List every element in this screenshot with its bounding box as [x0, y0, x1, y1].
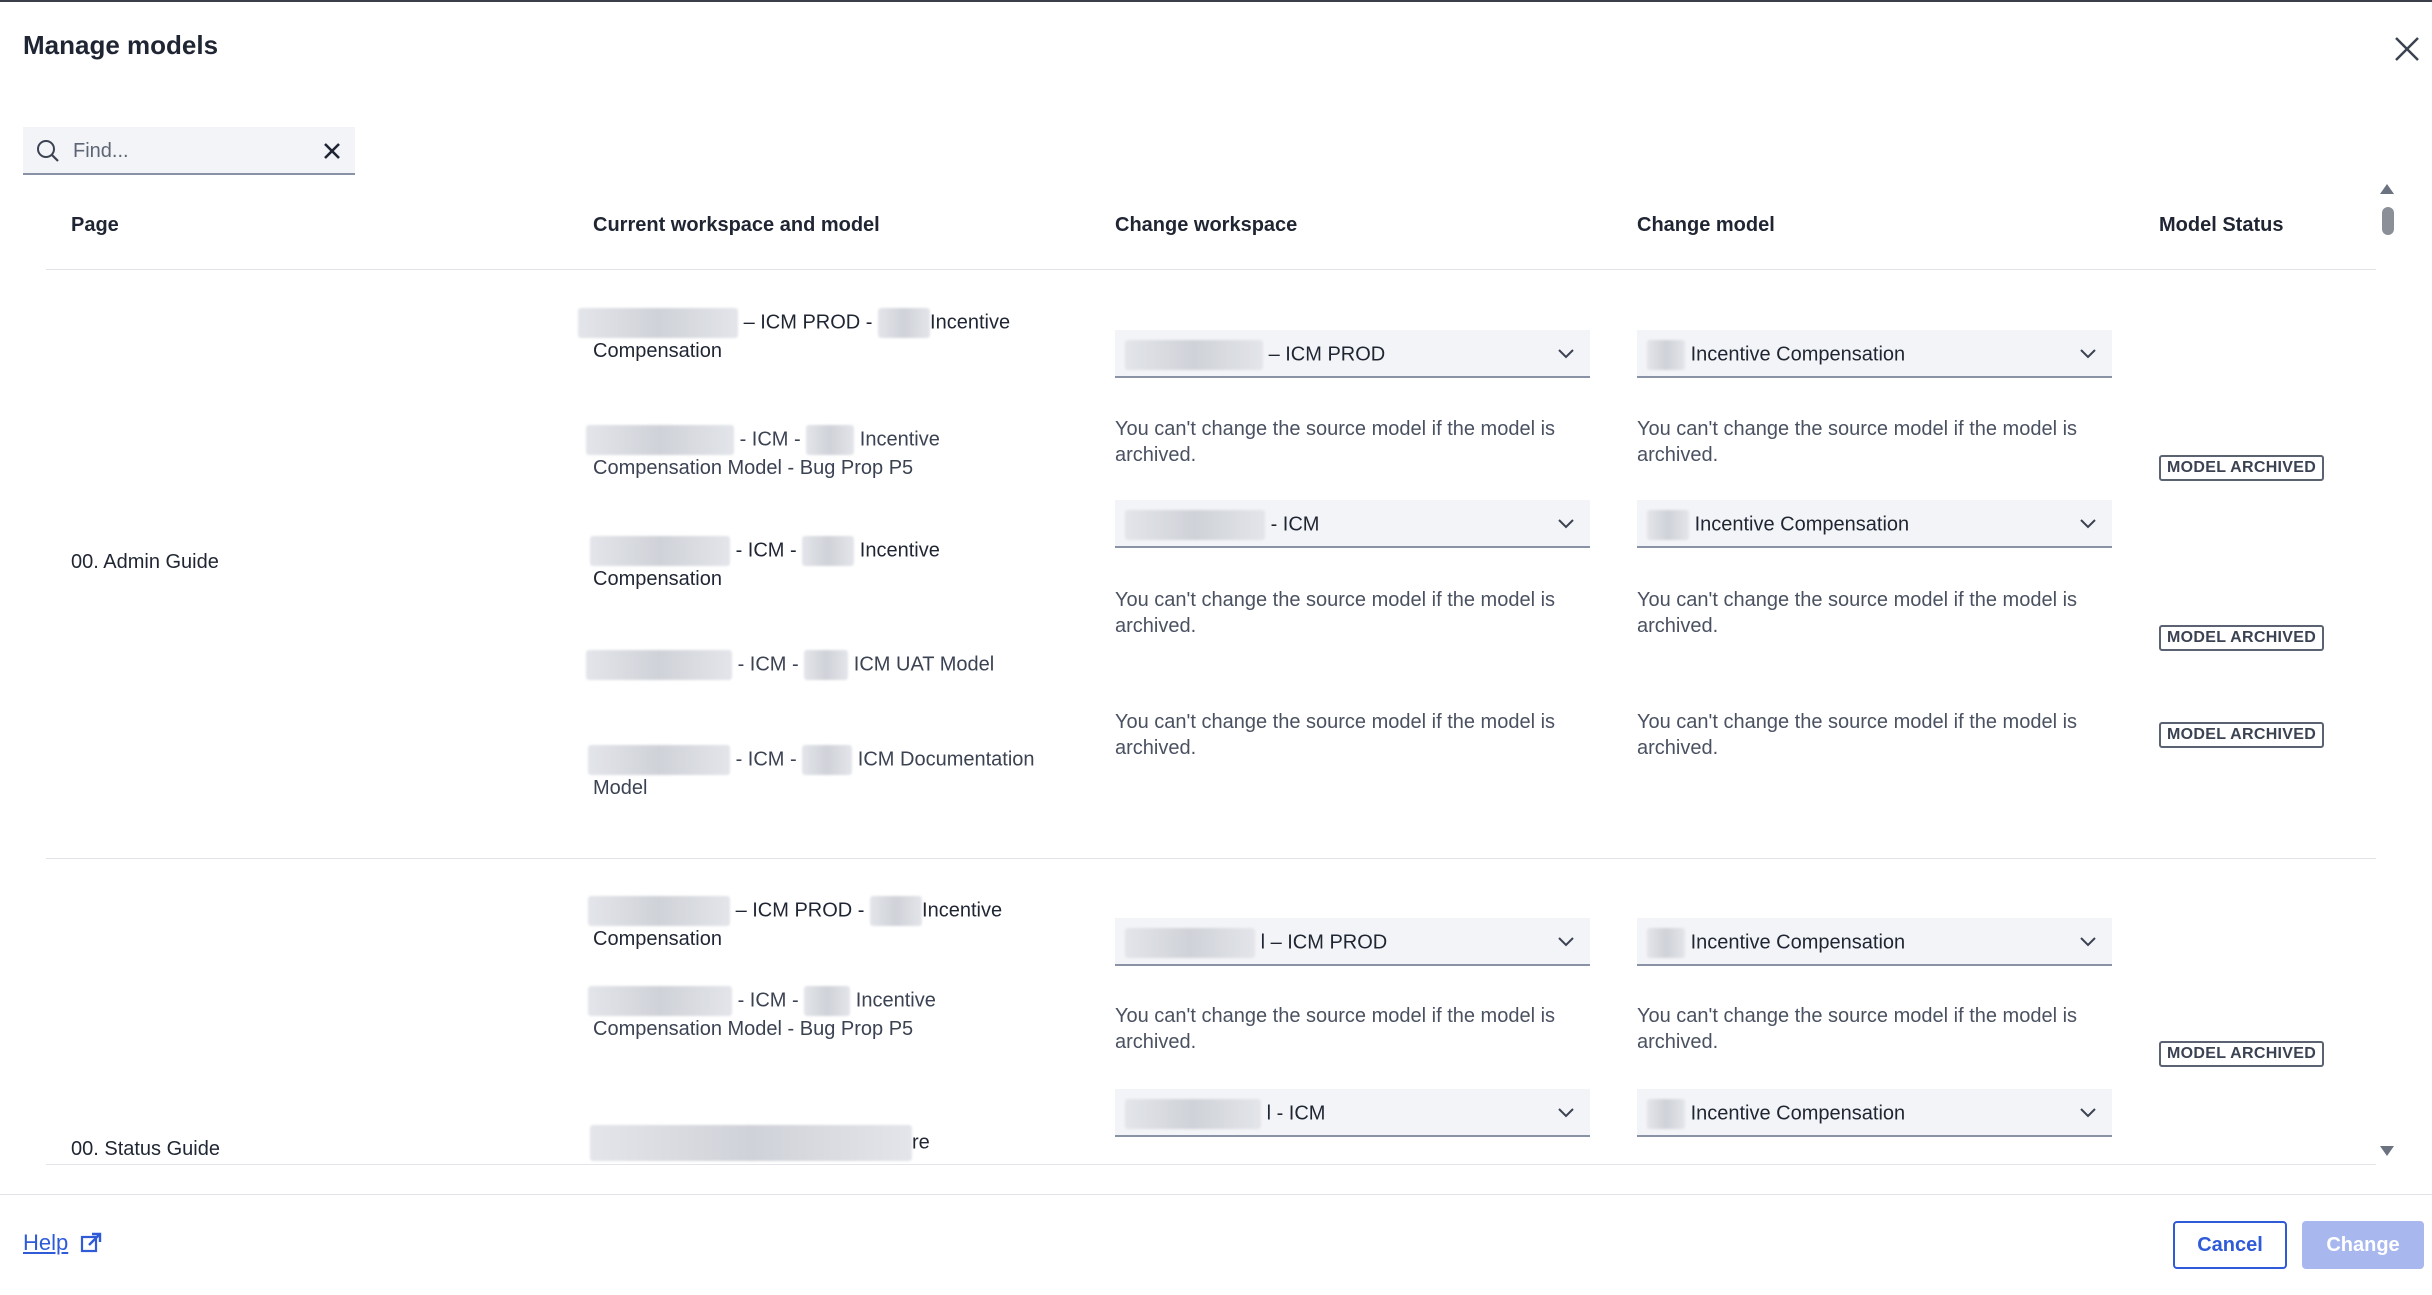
- redacted-text: [590, 536, 730, 566]
- column-header-page: Page: [71, 214, 119, 236]
- current-workspace-model: - ICM - Incentive Compensation Model - B…: [588, 986, 1108, 1042]
- page-name: 00. Status Guide: [71, 1138, 220, 1160]
- redacted-text: [588, 896, 730, 926]
- archived-notice: You can't change the source model if the…: [1115, 711, 1556, 759]
- header-divider: [46, 269, 2376, 270]
- help-link[interactable]: Help: [23, 1230, 68, 1256]
- column-header-status: Model Status: [2159, 214, 2284, 236]
- column-header-change-model: Change model: [1637, 214, 1775, 236]
- status-badge: MODEL ARCHIVED: [2159, 1041, 2325, 1067]
- search-input[interactable]: [71, 135, 315, 167]
- redacted-text: [1125, 510, 1265, 540]
- chevron-down-icon: [1558, 1108, 1574, 1118]
- clear-search-icon[interactable]: [320, 139, 344, 163]
- chevron-down-icon: [1558, 937, 1574, 947]
- redacted-text: [806, 425, 855, 455]
- redacted-text: [802, 745, 853, 775]
- status-badge: MODEL ARCHIVED: [2159, 722, 2325, 748]
- current-workspace-model: - ICM - ICM UAT Model: [586, 650, 1106, 680]
- footer-divider: [0, 1194, 2432, 1195]
- archived-notice: You can't change the source model if the…: [1115, 589, 1556, 637]
- archived-notice: You can't change the source model if the…: [1637, 418, 2078, 466]
- external-link-icon[interactable]: [80, 1232, 102, 1254]
- workspace-select[interactable]: l - ICM: [1115, 1089, 1590, 1137]
- redacted-text: [586, 425, 734, 455]
- archived-notice: You can't change the source model if the…: [1637, 711, 2078, 759]
- current-workspace-model: - ICM - Incentive Compensation Model - B…: [586, 425, 1106, 481]
- model-select[interactable]: Incentive Compensation: [1637, 918, 2112, 966]
- status-badge: MODEL ARCHIVED: [2159, 455, 2325, 481]
- scroll-thumb[interactable]: [2382, 207, 2394, 235]
- scroll-down-arrow-icon[interactable]: [2380, 1146, 2394, 1156]
- current-workspace-model: - ICM - ICM Documentation Model: [588, 745, 1128, 801]
- model-select[interactable]: Incentive Compensation: [1637, 330, 2112, 378]
- scroll-up-arrow-icon[interactable]: [2380, 184, 2394, 194]
- redacted-text: [878, 308, 931, 338]
- archived-notice: You can't change the source model if the…: [1115, 1005, 1556, 1053]
- current-workspace-model: – ICM PROD - Incentive Compensation: [578, 308, 1098, 364]
- workspace-select[interactable]: - ICM: [1115, 500, 1590, 548]
- table-scrollbar[interactable]: [2376, 184, 2400, 1159]
- model-select[interactable]: Incentive Compensation: [1637, 1089, 2112, 1137]
- archived-notice: You can't change the source model if the…: [1637, 1005, 2078, 1053]
- chevron-down-icon: [1558, 519, 1574, 529]
- redacted-text: [1647, 928, 1685, 958]
- redacted-text: [578, 308, 738, 338]
- redacted-text: [804, 650, 849, 680]
- page-name: 00. Admin Guide: [71, 551, 219, 573]
- redacted-text: [1125, 340, 1263, 370]
- models-table: Page Current workspace and model Change …: [46, 180, 2376, 1165]
- close-icon[interactable]: [2390, 32, 2424, 66]
- current-workspace-model: re: [590, 1125, 1110, 1161]
- model-select[interactable]: Incentive Compensation: [1637, 500, 2112, 548]
- redacted-text: [588, 745, 730, 775]
- workspace-select[interactable]: l – ICM PROD: [1115, 918, 1590, 966]
- workspace-select[interactable]: – ICM PROD: [1115, 330, 1590, 378]
- redacted-text: [1647, 1099, 1685, 1129]
- archived-notice: You can't change the source model if the…: [1637, 589, 2078, 637]
- chevron-down-icon: [1558, 349, 1574, 359]
- redacted-text: [1647, 340, 1685, 370]
- redacted-text: [1647, 510, 1689, 540]
- chevron-down-icon: [2080, 937, 2096, 947]
- cancel-button[interactable]: Cancel: [2173, 1221, 2287, 1269]
- status-badge: MODEL ARCHIVED: [2159, 625, 2325, 651]
- redacted-text: [1125, 1099, 1261, 1129]
- search-icon: [37, 140, 59, 162]
- group-divider: [46, 858, 2376, 859]
- top-border: [0, 0, 2432, 2]
- redacted-text: [870, 896, 923, 926]
- redacted-text: [590, 1125, 912, 1161]
- redacted-text: [804, 986, 851, 1016]
- chevron-down-icon: [2080, 519, 2096, 529]
- redacted-text: [586, 650, 732, 680]
- archived-notice: You can't change the source model if the…: [1115, 418, 1556, 466]
- redacted-text: [1125, 928, 1255, 958]
- column-header-change-workspace: Change workspace: [1115, 214, 1298, 236]
- current-workspace-model: – ICM PROD - Incentive Compensation: [588, 896, 1108, 952]
- chevron-down-icon: [2080, 1108, 2096, 1118]
- dialog-title: Manage models: [23, 30, 219, 60]
- change-button[interactable]: Change: [2302, 1221, 2424, 1269]
- current-workspace-model: - ICM - Incentive Compensation: [590, 536, 1110, 592]
- redacted-text: [588, 986, 732, 1016]
- redacted-text: [802, 536, 855, 566]
- table-bottom-divider: [46, 1164, 2376, 1165]
- search-box: [23, 127, 355, 175]
- column-header-current: Current workspace and model: [593, 214, 880, 236]
- chevron-down-icon: [2080, 349, 2096, 359]
